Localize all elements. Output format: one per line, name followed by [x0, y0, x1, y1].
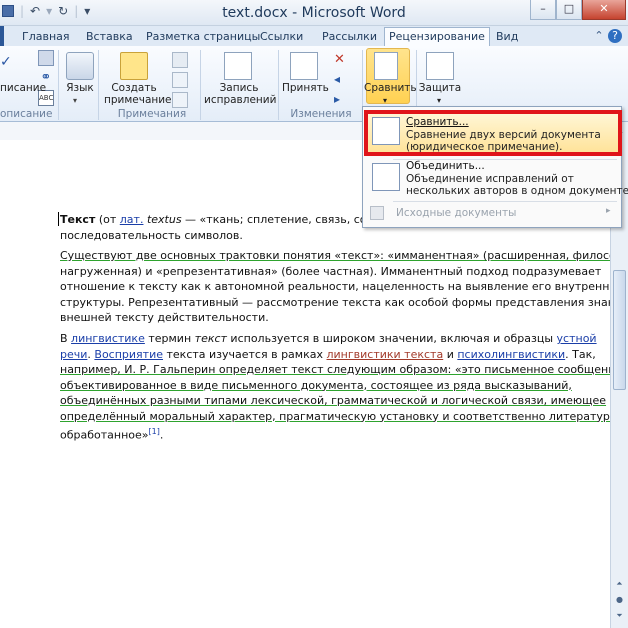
select-browse-object-icon[interactable]: ●	[611, 592, 628, 608]
separator	[98, 50, 99, 120]
paragraph-3-line: объективированное в виде письменного док…	[60, 378, 572, 392]
link-linguistics[interactable]: лингвистике	[71, 332, 145, 345]
delete-comment-icon[interactable]	[172, 52, 188, 68]
menu-divider	[393, 201, 617, 202]
link-speech[interactable]: речи	[60, 348, 87, 361]
new-comment-icon[interactable]	[120, 52, 148, 80]
separator	[200, 50, 201, 120]
text-cursor	[58, 212, 59, 226]
text-italic: textus	[146, 213, 182, 226]
next-page-icon[interactable]: ⏷	[611, 608, 628, 624]
next-comment-icon[interactable]	[172, 92, 188, 108]
source-documents-label: Исходные документы	[396, 207, 517, 219]
paragraph-3-line: определённый моральный характер, прагмат…	[60, 409, 624, 423]
protect-icon[interactable]	[426, 52, 454, 80]
previous-change-icon[interactable]: ◂	[334, 72, 350, 88]
link-psycholinguistics[interactable]: психолингвистики	[457, 348, 565, 361]
text-run: и	[443, 347, 458, 361]
spelling-label: писание	[0, 82, 47, 94]
tab-review[interactable]: Рецензирование	[384, 27, 490, 47]
track-changes-label-2[interactable]: исправлений	[204, 94, 276, 107]
tab-page-layout[interactable]: Разметка страницы	[142, 28, 264, 46]
accept-button-label[interactable]: Принять	[282, 82, 329, 95]
source-documents-icon	[370, 206, 384, 220]
separator	[278, 50, 279, 120]
tab-mailings[interactable]: Рассылки	[318, 28, 381, 46]
language-icon[interactable]	[66, 52, 94, 80]
paragraph-3-line: например, И. Р. Гальперин определяет тек…	[60, 363, 626, 376]
text-run: . Так,	[565, 347, 596, 361]
text-run: обработанное»	[60, 428, 149, 442]
paragraph-3-line-1: В лингвистике термин текст используется …	[60, 331, 597, 347]
track-changes-icon[interactable]	[224, 52, 252, 80]
text-run: .	[159, 428, 164, 442]
next-change-icon[interactable]: ▸	[334, 92, 350, 108]
tab-view[interactable]: Вид	[492, 28, 522, 46]
spelling-icon[interactable]: ✓	[0, 54, 16, 70]
accept-icon[interactable]	[290, 52, 318, 80]
paragraph-1-line-2: последовательность символов.	[60, 228, 243, 242]
paragraph-2-line: отношение к тексту как к автономной реал…	[60, 280, 624, 293]
research-icon[interactable]	[38, 50, 54, 66]
window-controls: – □ ✕	[530, 0, 626, 20]
previous-comment-icon[interactable]	[172, 72, 188, 88]
previous-page-icon[interactable]: ⏶	[611, 576, 628, 592]
close-button[interactable]: ✕	[582, 0, 626, 20]
reject-icon[interactable]: ✕	[334, 52, 350, 68]
maximize-button[interactable]: □	[556, 0, 582, 20]
minimize-button[interactable]: –	[530, 0, 556, 20]
new-comment-label-2[interactable]: примечание	[104, 94, 172, 107]
separator	[58, 50, 59, 120]
language-dropdown-arrow-icon[interactable]: ▾	[73, 94, 77, 107]
tab-home[interactable]: Главная	[18, 28, 74, 46]
link-perception[interactable]: Восприятие	[94, 348, 163, 361]
changes-group-label: Изменения	[290, 108, 352, 120]
text-run: В	[60, 332, 72, 345]
paragraph-2-line: Существуют две основных трактовки поняти…	[60, 249, 628, 262]
footnote-reference[interactable]: [1]	[149, 427, 160, 436]
text-run: термин	[144, 332, 195, 345]
paragraph-2-line: нагруженная) и «репрезентативная» (более…	[60, 264, 602, 278]
link-latin[interactable]: лат.	[120, 213, 144, 226]
paragraph-3-line-7: обработанное»[1].	[60, 424, 163, 443]
word-window: | ↶ ▾ ↻ | ▾ text.docx - Microsoft Word –…	[0, 0, 628, 628]
text-italic: текст	[194, 332, 227, 345]
term-bold: Текст	[60, 213, 96, 226]
proofing-group-label: описание	[0, 108, 53, 120]
text-run: используется в широком значении, включая…	[226, 332, 557, 345]
compare-documents-icon	[372, 117, 400, 145]
link-oral[interactable]: устной	[557, 332, 597, 345]
tab-references[interactable]: Ссылки	[256, 28, 307, 46]
file-tab[interactable]	[0, 26, 4, 46]
help-icon[interactable]: ?	[608, 29, 622, 43]
combine-menu-title: Объединить...	[406, 160, 485, 172]
language-button-label[interactable]: Язык	[66, 82, 94, 95]
text-run: (от	[95, 213, 120, 226]
compare-menu-desc-2: (юридическое примечание).	[406, 141, 563, 153]
scroll-thumb[interactable]	[613, 270, 626, 390]
paragraph-3-line-2: речи. Восприятие текста изучается в рамк…	[60, 347, 596, 363]
compare-menu-desc-1: Сравнение двух версий документа	[406, 129, 601, 141]
combine-menu-desc-2: нескольких авторов в одном документе.	[406, 185, 628, 197]
tab-insert[interactable]: Вставка	[82, 28, 137, 46]
compare-menu-title: Сравнить...	[406, 116, 469, 128]
title-bar: | ↶ ▾ ↻ | ▾ text.docx - Microsoft Word –…	[0, 0, 628, 26]
ribbon-minimize-icon[interactable]: ⌃	[592, 29, 606, 43]
combine-menu-desc-1: Объединение исправлений от	[406, 173, 574, 185]
paragraph-2-line: внешней тексту действительности.	[60, 311, 269, 324]
submenu-arrow-icon: ▸	[606, 206, 611, 216]
text-run: текста изучается в рамках	[163, 347, 327, 361]
compare-icon	[374, 52, 398, 80]
paragraph-3-line: объединённых разными типами лексической,…	[60, 394, 607, 407]
link-text-linguistics[interactable]: лингвистики текста	[327, 348, 444, 361]
ribbon-tabs: Главная Вставка Разметка страницы Ссылки…	[0, 26, 628, 47]
combine-documents-icon	[372, 163, 400, 191]
paragraph-2-line: структуры. Репрезентативный — рассмотрен…	[60, 295, 628, 309]
compare-button-label[interactable]: Сравнить	[364, 82, 417, 95]
comments-group-label: Примечания	[117, 108, 187, 120]
